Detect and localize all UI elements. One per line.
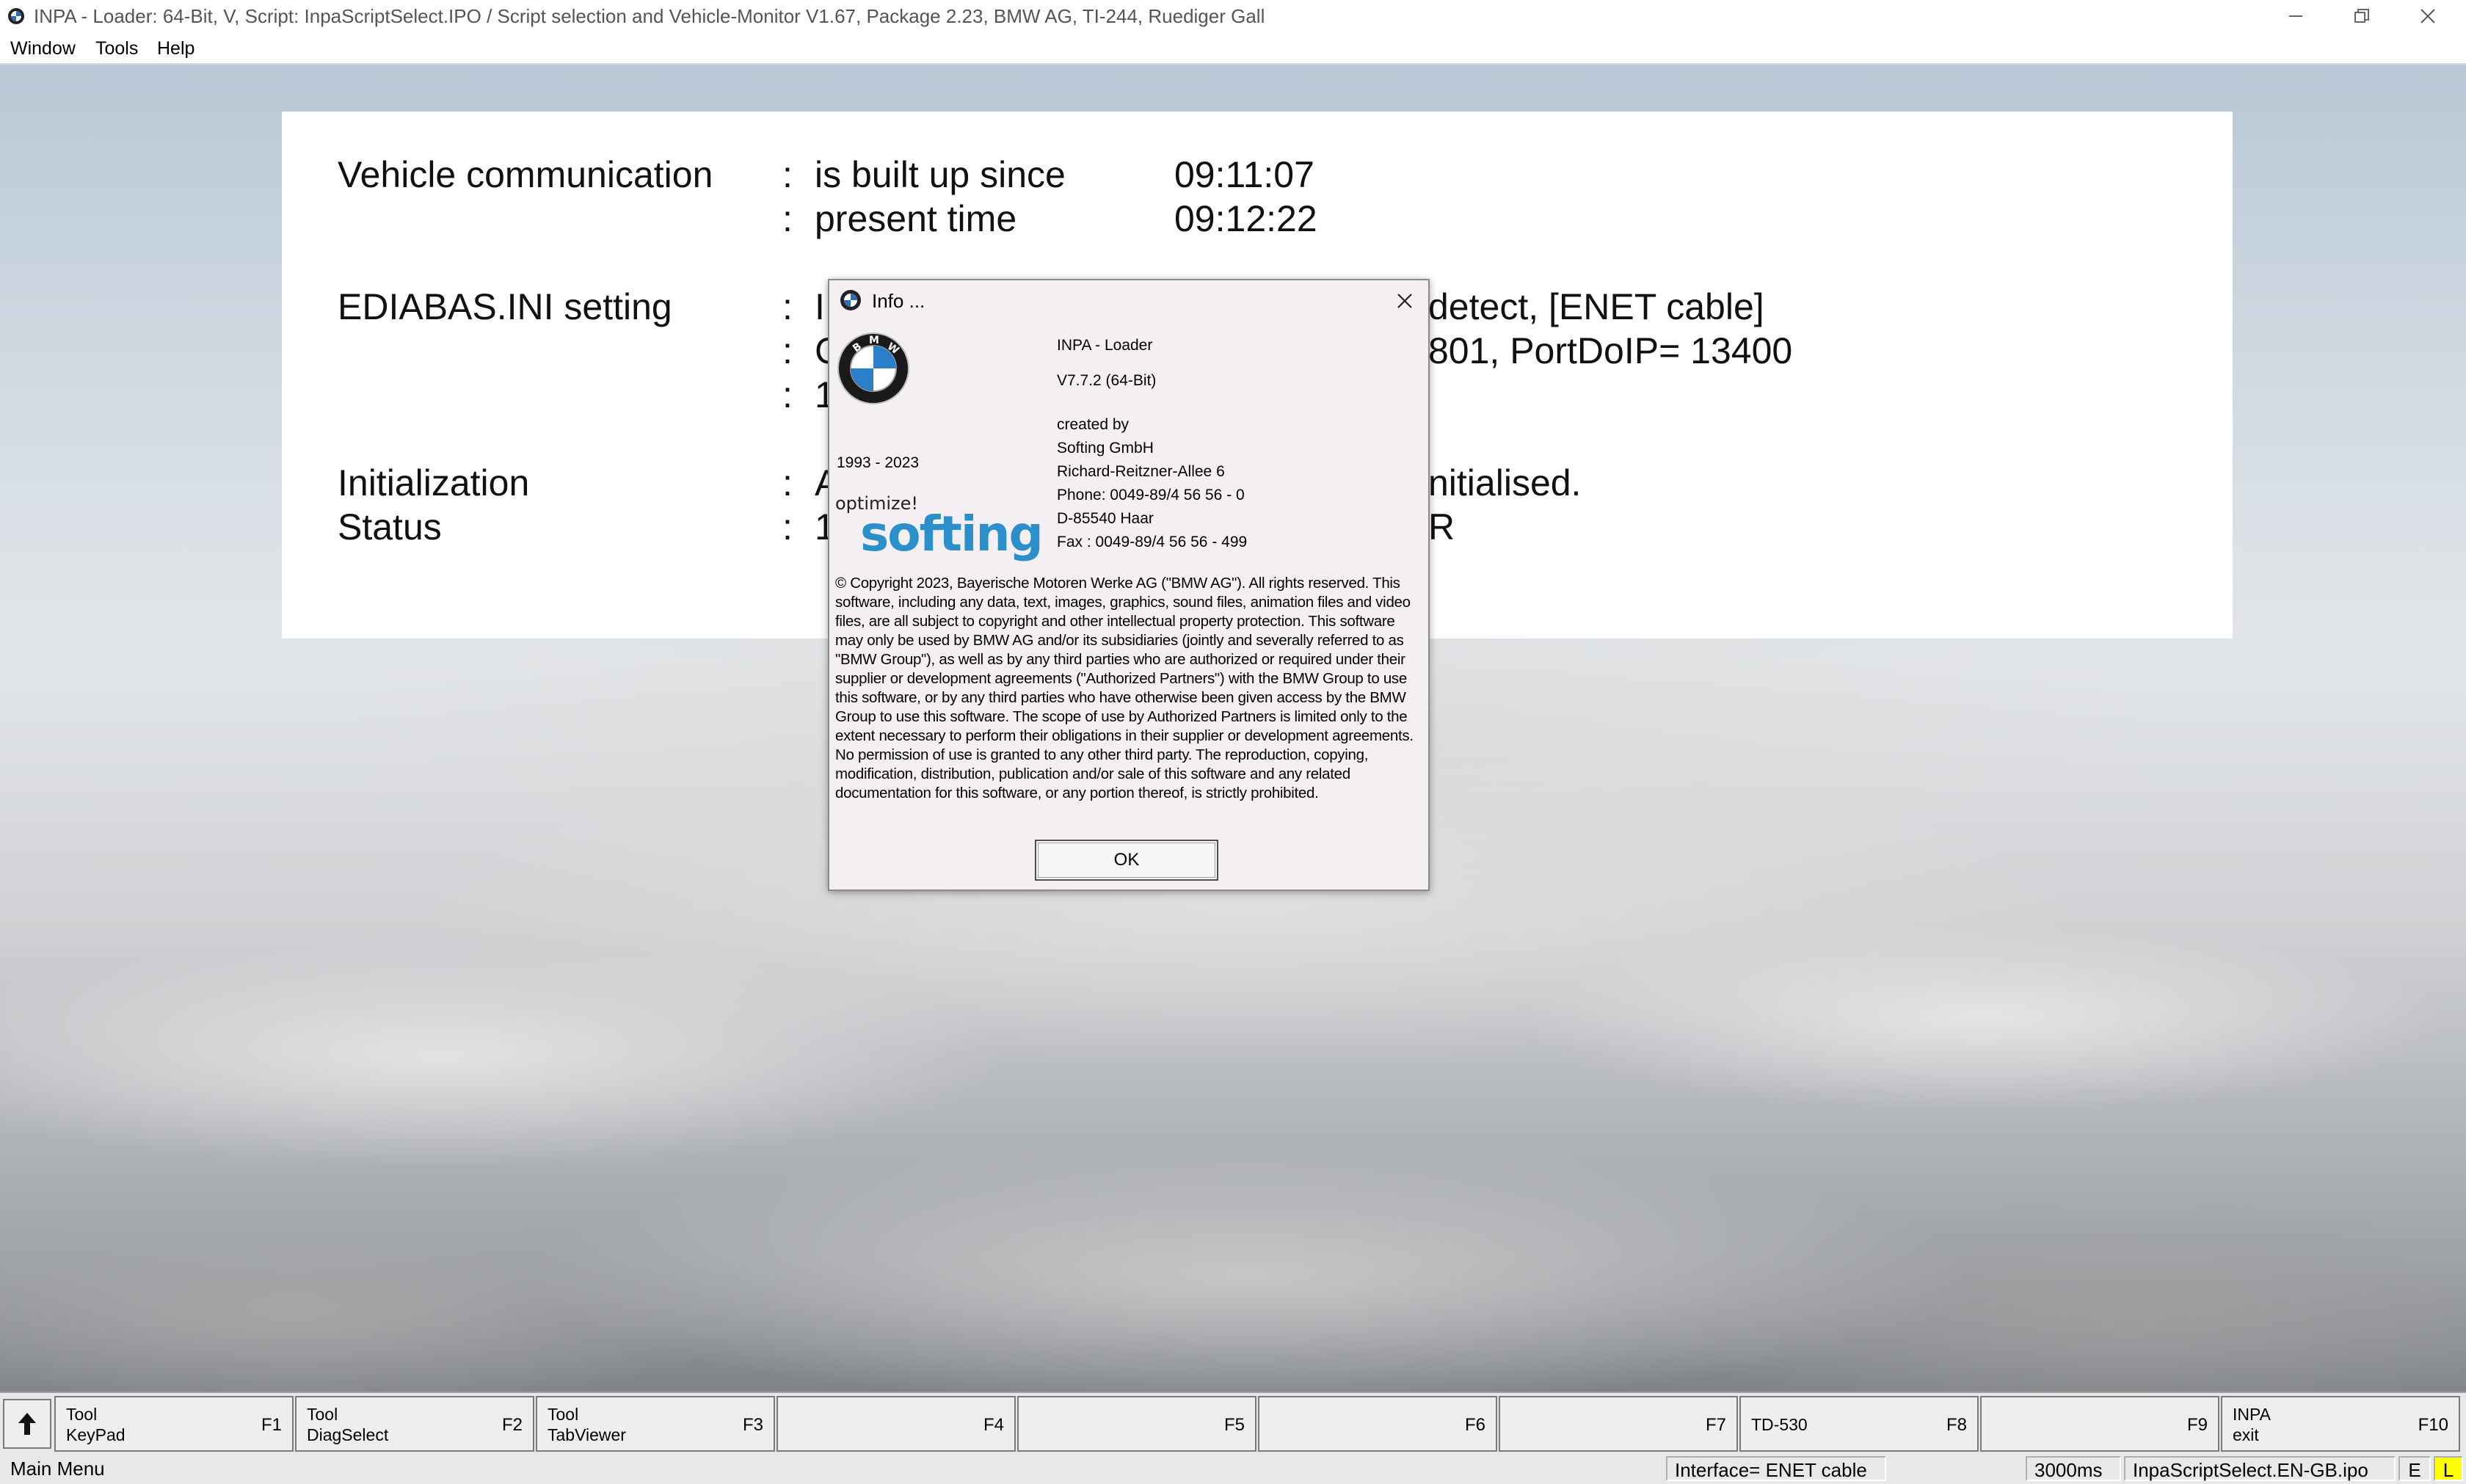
separator: : bbox=[782, 198, 793, 239]
company-street: Richard-Reitzner-Allee 6 bbox=[1057, 463, 1225, 480]
dialog-title-bar[interactable]: Info ... bbox=[829, 280, 1428, 321]
bmw-logo: B M W bbox=[837, 332, 910, 405]
close-icon bbox=[2420, 9, 2435, 23]
fkey-keyname: F2 bbox=[501, 1415, 523, 1435]
app-icon bbox=[7, 7, 25, 25]
label-status: Status bbox=[338, 506, 442, 548]
time-present: 09:12:22 bbox=[1174, 198, 1317, 239]
initialization-value-tail: nitialised. bbox=[1428, 462, 1582, 503]
fkey-label-line2: KeyPad bbox=[66, 1425, 126, 1444]
fkey-label-line2: exit bbox=[2233, 1425, 2259, 1444]
fkey-f8[interactable]: TD-530 F8 bbox=[1739, 1396, 1979, 1452]
separator: : bbox=[782, 462, 793, 503]
value-present-time: present time bbox=[815, 198, 1017, 239]
info-dialog: Info ... B M W INPA - Loader V7.7.2 (64-… bbox=[828, 279, 1430, 891]
value-built-up-since: is built up since bbox=[815, 154, 1066, 195]
menu-help[interactable]: Help bbox=[157, 37, 194, 60]
created-by-label: created by bbox=[1057, 416, 1130, 433]
label-initialization: Initialization bbox=[338, 462, 530, 503]
fkey-keyname: F6 bbox=[1464, 1415, 1485, 1435]
menu-tools[interactable]: Tools bbox=[95, 37, 138, 60]
fkey-keyname: F1 bbox=[261, 1415, 282, 1435]
company-name: Softing GmbH bbox=[1057, 440, 1154, 457]
fkey-label-line1: TD-530 bbox=[1751, 1415, 1808, 1434]
status-interface: Interface= ENET cable bbox=[1666, 1456, 1886, 1481]
fkey-keyname: F5 bbox=[1223, 1415, 1245, 1435]
fkey-f4[interactable]: F4 bbox=[776, 1396, 1016, 1452]
fkey-f7[interactable]: F7 bbox=[1499, 1396, 1738, 1452]
minimize-button[interactable] bbox=[2266, 0, 2325, 32]
dialog-close-button[interactable] bbox=[1389, 286, 1421, 316]
fkey-f10[interactable]: INPA exit F10 bbox=[2221, 1396, 2460, 1452]
restore-button[interactable] bbox=[2332, 0, 2391, 32]
label-ediabas-ini-setting: EDIABAS.INI setting bbox=[338, 286, 672, 327]
fkey-label-line2: TabViewer bbox=[548, 1425, 626, 1444]
separator: : bbox=[782, 374, 793, 415]
fkey-f5[interactable]: F5 bbox=[1017, 1396, 1256, 1452]
fkey-label-line1: Tool bbox=[307, 1405, 338, 1424]
company-city: D-85540 Haar bbox=[1057, 510, 1154, 527]
restore-icon bbox=[2354, 9, 2369, 23]
status-timing: 3000ms bbox=[2026, 1456, 2121, 1481]
ediabas-value-1-tail: detect, [ENET cable] bbox=[1428, 286, 1764, 327]
status-menu: Main Menu bbox=[10, 1458, 105, 1480]
fkey-keyname: F7 bbox=[1705, 1415, 1726, 1435]
softing-logo: optimize! softing bbox=[835, 493, 1048, 567]
menu-bar: Window Tools Help bbox=[0, 34, 2466, 65]
fkey-f1[interactable]: Tool KeyPad F1 bbox=[54, 1396, 294, 1452]
status-flag-e: E bbox=[2398, 1456, 2431, 1481]
window-title: INPA - Loader: 64-Bit, V, Script: InpaSc… bbox=[34, 5, 1265, 27]
fkey-label-line1: Tool bbox=[66, 1405, 98, 1424]
separator: : bbox=[782, 154, 793, 195]
fkey-f3[interactable]: Tool TabViewer F3 bbox=[536, 1396, 775, 1452]
fkey-keyname: F10 bbox=[2418, 1415, 2448, 1435]
fkey-label-line1: INPA bbox=[2233, 1405, 2271, 1424]
copyright-years: 1993 - 2023 bbox=[837, 454, 920, 471]
fkey-f2[interactable]: Tool DiagSelect F2 bbox=[295, 1396, 534, 1452]
status-bar: Main Menu Interface= ENET cable 3000ms I… bbox=[0, 1453, 2466, 1484]
up-arrow-icon bbox=[18, 1413, 36, 1435]
ediabas-value-1: I bbox=[815, 286, 825, 327]
svg-text:M: M bbox=[869, 335, 879, 346]
fkey-f6[interactable]: F6 bbox=[1258, 1396, 1497, 1452]
bmw-logo-icon bbox=[840, 289, 862, 311]
fkey-label-line1: Tool bbox=[548, 1405, 579, 1424]
copyright-text: © Copyright 2023, Bayerische Motoren Wer… bbox=[835, 575, 1414, 801]
label-vehicle-communication: Vehicle communication bbox=[338, 154, 713, 195]
fkey-keyname: F9 bbox=[2186, 1415, 2208, 1435]
status-value-tail: R bbox=[1428, 506, 1455, 548]
separator: : bbox=[782, 286, 793, 327]
menu-window[interactable]: Window bbox=[10, 37, 76, 60]
function-key-bar: Tool KeyPad F1 Tool DiagSelect F2 Tool TabViewe… bbox=[0, 1392, 2466, 1455]
fkey-keyname: F8 bbox=[1946, 1415, 1967, 1435]
company-fax: Fax : 0049-89/4 56 56 - 499 bbox=[1057, 534, 1248, 550]
status-script: InpaScriptSelect.EN-GB.ipo bbox=[2124, 1456, 2396, 1481]
status-flag-l: L bbox=[2434, 1456, 2463, 1481]
company-phone: Phone: 0049-89/4 56 56 - 0 bbox=[1057, 487, 1245, 503]
ok-button[interactable]: OK bbox=[1035, 840, 1218, 881]
separator: : bbox=[782, 330, 793, 371]
fkey-keyname: F3 bbox=[742, 1415, 763, 1435]
time-built-up: 09:11:07 bbox=[1174, 154, 1314, 195]
close-button[interactable] bbox=[2398, 0, 2457, 32]
fkey-f9[interactable]: F9 bbox=[1980, 1396, 2219, 1452]
close-icon bbox=[1397, 294, 1412, 308]
up-button[interactable] bbox=[3, 1399, 51, 1449]
softing-wordmark: softing bbox=[860, 506, 1044, 562]
separator: : bbox=[782, 506, 793, 548]
dialog-title: Info ... bbox=[872, 290, 925, 312]
ediabas-value-2-tail: 801, PortDoIP= 13400 bbox=[1428, 330, 1793, 371]
fkey-label-line2: DiagSelect bbox=[307, 1425, 389, 1444]
title-bar: INPA - Loader: 64-Bit, V, Script: InpaSc… bbox=[0, 0, 2466, 32]
product-version: V7.7.2 (64-Bit) bbox=[1057, 372, 1157, 389]
fkey-keyname: F4 bbox=[983, 1415, 1004, 1435]
minimize-icon bbox=[2289, 15, 2302, 17]
product-name: INPA - Loader bbox=[1057, 337, 1153, 354]
